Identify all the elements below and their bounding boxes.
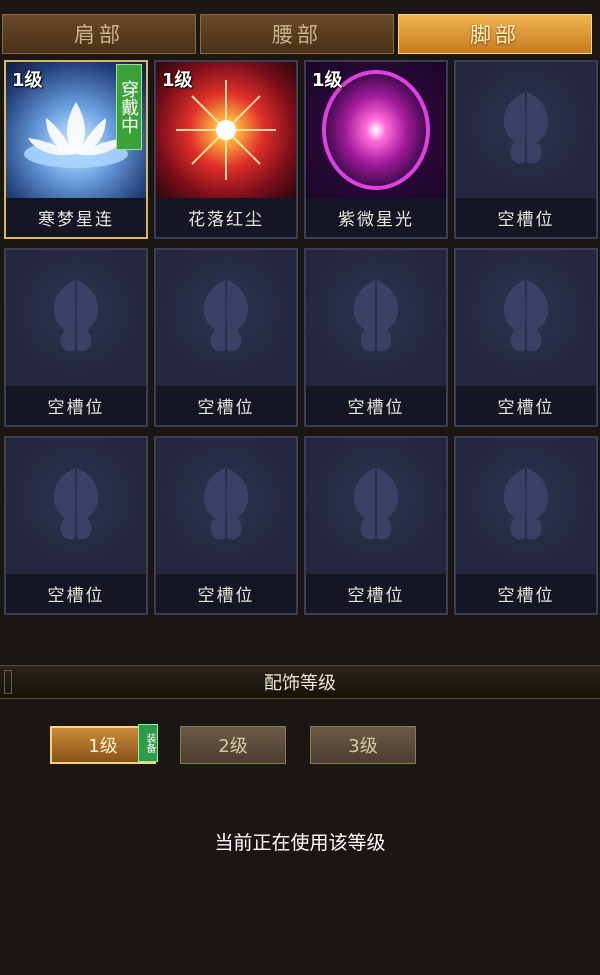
butterfly-placeholder-icon xyxy=(456,250,596,386)
slot-empty[interactable]: 空槽位 xyxy=(454,248,598,427)
item-name: 空槽位 xyxy=(6,574,146,613)
section-header: 配饰等级 xyxy=(0,665,600,699)
item-name: 空槽位 xyxy=(156,574,296,613)
item-name: 空槽位 xyxy=(456,198,596,237)
butterfly-placeholder-icon xyxy=(6,250,146,386)
slot-item[interactable]: 1级 花落红尘 xyxy=(154,60,298,239)
butterfly-placeholder-icon xyxy=(156,250,296,386)
item-name: 空槽位 xyxy=(306,574,446,613)
slot-item[interactable]: 1级 紫微星光 xyxy=(304,60,448,239)
item-name: 空槽位 xyxy=(306,386,446,425)
item-level: 1级 xyxy=(162,70,193,91)
tab-feet[interactable]: 脚部 xyxy=(398,14,592,54)
section-title: 配饰等级 xyxy=(264,673,336,694)
item-level: 1级 xyxy=(312,70,343,91)
level-3-button[interactable]: 3级 xyxy=(310,726,416,764)
butterfly-placeholder-icon xyxy=(156,438,296,574)
butterfly-placeholder-icon xyxy=(306,250,446,386)
slot-item[interactable]: 1级 穿戴中 寒梦星连 xyxy=(4,60,148,239)
butterfly-placeholder-icon xyxy=(456,62,596,198)
status-text: 当前正在使用该等级 xyxy=(214,832,386,854)
butterfly-placeholder-icon xyxy=(456,438,596,574)
slot-empty[interactable]: 空槽位 xyxy=(304,248,448,427)
tab-shoulder[interactable]: 肩部 xyxy=(2,14,196,54)
item-name: 空槽位 xyxy=(156,386,296,425)
equipped-tag: 装备 xyxy=(138,724,158,762)
wearing-badge: 穿戴中 xyxy=(116,64,142,150)
item-name: 空槽位 xyxy=(456,386,596,425)
item-name: 紫微星光 xyxy=(306,198,446,237)
item-name: 寒梦星连 xyxy=(6,198,146,237)
tab-waist[interactable]: 腰部 xyxy=(200,14,394,54)
slot-empty[interactable]: 空槽位 xyxy=(154,436,298,615)
slot-empty[interactable]: 空槽位 xyxy=(454,60,598,239)
slot-empty[interactable]: 空槽位 xyxy=(4,248,148,427)
level-2-button[interactable]: 2级 xyxy=(180,726,286,764)
item-name: 花落红尘 xyxy=(156,198,296,237)
slot-empty[interactable]: 空槽位 xyxy=(4,436,148,615)
item-name: 空槽位 xyxy=(6,386,146,425)
tab-bar: 肩部 腰部 脚部 xyxy=(0,0,600,58)
item-name: 空槽位 xyxy=(456,574,596,613)
butterfly-placeholder-icon xyxy=(6,438,146,574)
butterfly-placeholder-icon xyxy=(306,438,446,574)
item-level: 1级 xyxy=(12,70,43,91)
slot-empty[interactable]: 空槽位 xyxy=(154,248,298,427)
slot-empty[interactable]: 空槽位 xyxy=(304,436,448,615)
slot-empty[interactable]: 空槽位 xyxy=(454,436,598,615)
